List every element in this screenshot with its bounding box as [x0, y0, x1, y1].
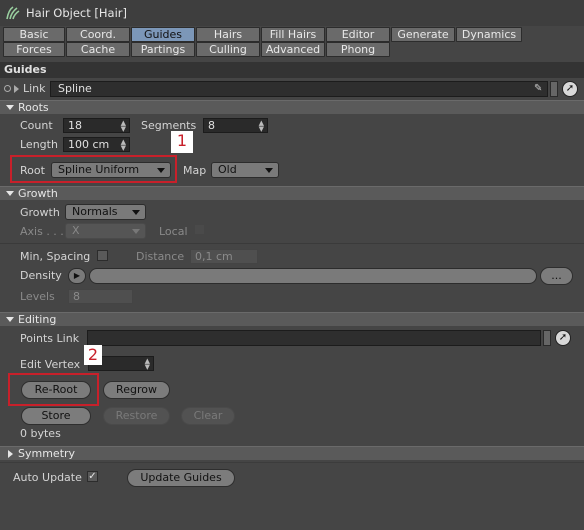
edit-vertex-stepper-icon[interactable]: ▲ ▼	[145, 358, 150, 371]
link-value: Spline	[58, 82, 92, 95]
segments-stepper-icon[interactable]: ▲ ▼	[259, 120, 264, 133]
root-label: Root	[20, 164, 45, 177]
tab-phong[interactable]: Phong	[326, 42, 390, 57]
update-guides-button[interactable]: Update Guides	[127, 469, 235, 487]
tab-cache[interactable]: Cache	[66, 42, 130, 57]
hair-object-icon	[6, 6, 20, 20]
growth-section-header[interactable]: Growth	[0, 186, 584, 200]
regrow-button[interactable]: Regrow	[103, 381, 170, 399]
min-spacing-checkbox[interactable]	[97, 250, 108, 261]
roots-title: Roots	[18, 101, 49, 114]
annotation-2: 2	[84, 345, 102, 365]
title-bar: Hair Object [Hair]	[0, 0, 584, 26]
collapse-growth-icon	[6, 191, 14, 196]
growth-dropdown[interactable]: Normals	[65, 204, 146, 220]
tab-fill-hairs[interactable]: Fill Hairs	[261, 27, 325, 42]
length-field[interactable]: 100 cm ▲ ▼	[63, 137, 130, 152]
tab-editor[interactable]: Editor	[326, 27, 390, 42]
density-shader-field[interactable]	[89, 268, 537, 284]
tab-partings[interactable]: Partings	[131, 42, 195, 57]
auto-update-label: Auto Update	[13, 471, 82, 484]
count-field[interactable]: 18 ▲ ▼	[63, 118, 130, 133]
levels-value: 8	[73, 290, 80, 303]
growth-title: Growth	[18, 187, 58, 200]
distance-label: Distance	[136, 250, 185, 263]
section-header: Guides	[0, 62, 584, 78]
distance-field[interactable]: 0,1 cm	[190, 249, 258, 264]
axis-value: X	[72, 224, 80, 237]
map-label: Map	[183, 164, 207, 177]
tab-forces[interactable]: Forces	[3, 42, 65, 57]
tab-advanced[interactable]: Advanced	[261, 42, 325, 57]
points-link-menu-arrow-icon[interactable]	[543, 330, 551, 346]
tab-generate[interactable]: Generate	[391, 27, 455, 42]
collapse-editing-icon	[6, 317, 14, 322]
axis-dropdown[interactable]: X	[65, 223, 146, 239]
editing-section-header[interactable]: Editing	[0, 312, 584, 326]
count-label: Count	[20, 119, 53, 132]
editing-title: Editing	[18, 313, 57, 326]
length-stepper-icon[interactable]: ▲ ▼	[121, 139, 126, 152]
length-label: Length	[20, 138, 58, 151]
density-play-icon[interactable]: ▶	[68, 268, 86, 284]
keyframe-icon[interactable]	[4, 85, 11, 92]
density-more-button[interactable]: ...	[540, 267, 573, 285]
symmetry-section-header[interactable]: Symmetry	[0, 446, 584, 460]
min-spacing-label: Min, Spacing	[20, 250, 91, 263]
count-stepper-icon[interactable]: ▲ ▼	[121, 120, 126, 133]
roots-section-header[interactable]: Roots	[0, 100, 584, 114]
distance-value: 0,1 cm	[195, 250, 233, 263]
density-label: Density	[20, 269, 62, 282]
tab-hairs[interactable]: Hairs	[196, 27, 260, 42]
collapse-roots-icon	[6, 105, 14, 110]
chevron-down-icon	[157, 168, 165, 173]
edit-vertex-label: Edit Vertex	[20, 358, 81, 371]
growth-label: Growth	[20, 206, 60, 219]
chevron-down-icon	[132, 210, 140, 215]
local-checkbox[interactable]	[194, 224, 205, 235]
spline-icon[interactable]: ✎	[534, 83, 546, 95]
reroot-button[interactable]: Re-Root	[21, 381, 91, 399]
tab-guides[interactable]: Guides	[131, 27, 195, 42]
auto-update-checkbox[interactable]: ✓	[87, 471, 98, 482]
length-value: 100 cm	[68, 138, 110, 151]
axis-label: Axis . . .	[20, 225, 64, 238]
levels-field[interactable]: 8	[68, 289, 133, 304]
levels-label: Levels	[20, 290, 55, 303]
link-label: Link	[23, 82, 46, 95]
annotation-1: 1	[171, 131, 193, 153]
local-label: Local	[159, 225, 188, 238]
root-dropdown[interactable]: Spline Uniform	[51, 162, 171, 178]
segments-field[interactable]: 8 ▲ ▼	[203, 118, 268, 133]
count-value: 18	[68, 119, 82, 132]
window-title: Hair Object [Hair]	[26, 6, 127, 20]
pick-link-icon[interactable]: ➚	[562, 81, 578, 97]
segments-value: 8	[208, 119, 215, 132]
map-value: Old	[218, 163, 237, 176]
bytes-text: 0 bytes	[20, 427, 61, 440]
chevron-down-icon	[265, 168, 273, 173]
pick-points-icon[interactable]: ➚	[555, 330, 571, 346]
points-link-label: Points Link	[20, 332, 80, 345]
restore-button[interactable]: Restore	[103, 407, 170, 425]
link-menu-arrow-icon[interactable]	[550, 81, 558, 97]
symmetry-title: Symmetry	[18, 447, 76, 460]
divider	[0, 243, 584, 244]
clear-button[interactable]: Clear	[181, 407, 235, 425]
root-value: Spline Uniform	[58, 163, 140, 176]
growth-value: Normals	[72, 205, 118, 218]
chevron-down-icon	[132, 229, 140, 234]
tab-coord[interactable]: Coord.	[66, 27, 130, 42]
expand-symmetry-icon	[8, 450, 13, 458]
tab-dynamics[interactable]: Dynamics	[456, 27, 522, 42]
map-dropdown[interactable]: Old	[211, 162, 279, 178]
tab-culling[interactable]: Culling	[196, 42, 260, 57]
tab-basic[interactable]: Basic	[3, 27, 65, 42]
store-button[interactable]: Store	[21, 407, 91, 425]
link-field[interactable]: Spline	[50, 81, 548, 97]
expand-link-icon[interactable]	[14, 85, 19, 93]
points-link-field[interactable]	[87, 330, 541, 346]
divider	[0, 462, 584, 463]
